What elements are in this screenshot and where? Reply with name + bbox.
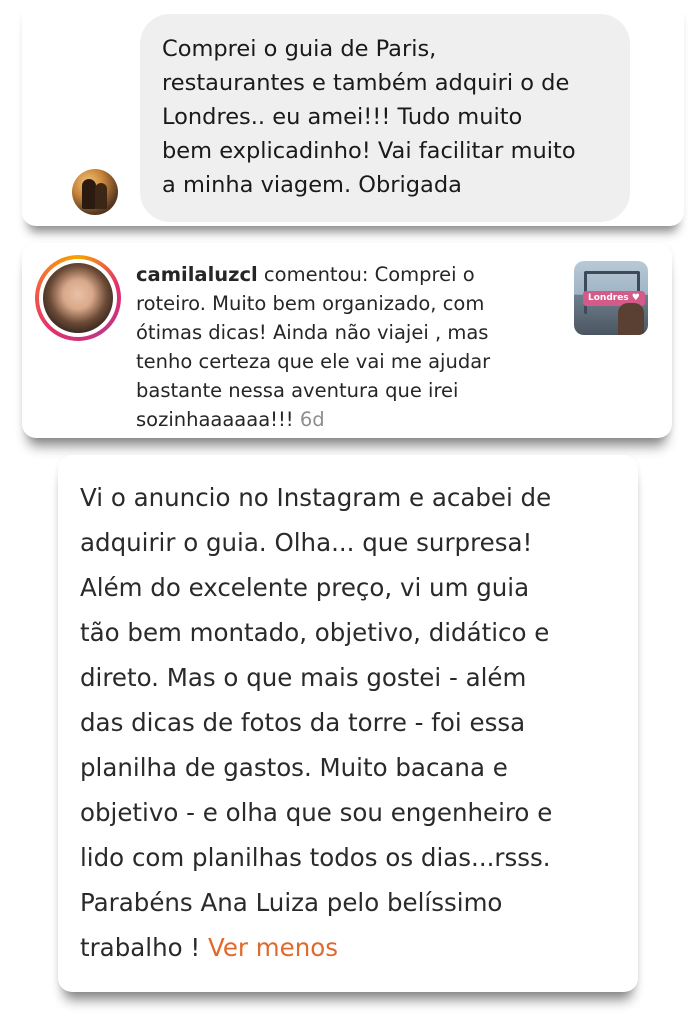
chat-message-card: Comprei o guia de Paris, restaurantes e … — [22, 0, 684, 226]
avatar-silhouette — [95, 183, 107, 209]
review-line: planilha de gastos. Muito bacana e — [80, 753, 508, 782]
comment-line: tenho certeza que ele vai me ajudar — [136, 350, 491, 373]
story-ring-avatar[interactable] — [35, 255, 121, 341]
message-bubble: Comprei o guia de Paris, restaurantes e … — [140, 14, 630, 222]
review-line: tão bem montado, objetivo, didático e — [80, 618, 550, 647]
review-text: Vi o anuncio no Instagram e acabei de ad… — [80, 475, 630, 970]
thumbnail-person — [618, 303, 644, 335]
comment-timestamp: 6d — [299, 408, 325, 431]
review-line: Parabéns Ana Luiza pelo belíssimo — [80, 888, 503, 917]
review-line: Vi o anuncio no Instagram e acabei de — [80, 483, 552, 512]
message-line: restaurantes e também adquiri o de — [162, 70, 570, 96]
review-card: Vi o anuncio no Instagram e acabei de ad… — [58, 455, 638, 992]
comment-username[interactable]: camilaluzcl — [136, 263, 258, 286]
comment-line: roteiro. Muito bem organizado, com — [136, 292, 485, 315]
review-line: adquirir o guia. Olha... que surpresa! — [80, 528, 533, 557]
user-avatar — [43, 263, 113, 333]
review-line: objetivo - e olha que sou engenheiro e — [80, 798, 553, 827]
review-line: lido com planilhas todos os dias...rsss. — [80, 843, 551, 872]
review-line: das dicas de fotos da torre - foi essa — [80, 708, 526, 737]
comment-line: comentou: Comprei o — [257, 263, 475, 286]
review-line: direto. Mas o que mais gostei - além — [80, 663, 527, 692]
review-line: trabalho ! — [80, 933, 208, 962]
message-line: Londres.. eu amei!!! Tudo muito — [162, 104, 523, 130]
message-line: bem explicadinho! Vai facilitar muito — [162, 138, 576, 164]
message-line: a minha viagem. Obrigada — [162, 172, 462, 198]
comment-notification-card[interactable]: camilaluzcl comentou: Comprei o roteiro.… — [22, 243, 672, 438]
comment-text: camilaluzcl comentou: Comprei o roteiro.… — [136, 260, 566, 434]
avatar-silhouette — [82, 179, 96, 209]
message-line: Comprei o guia de Paris, — [162, 36, 437, 62]
review-line: Além do excelente preço, vi um guia — [80, 573, 530, 602]
comment-line: sozinhaaaaaa!!! — [136, 408, 300, 431]
comment-line: ótimas dicas! Ainda não viajei , mas — [136, 321, 489, 344]
message-text: Comprei o guia de Paris, restaurantes e … — [162, 32, 622, 202]
comment-line: bastante nessa aventura que irei — [136, 379, 459, 402]
see-less-link[interactable]: Ver menos — [208, 933, 338, 962]
post-thumbnail[interactable]: Londres ♥ — [574, 261, 648, 335]
sender-avatar[interactable] — [72, 169, 118, 215]
